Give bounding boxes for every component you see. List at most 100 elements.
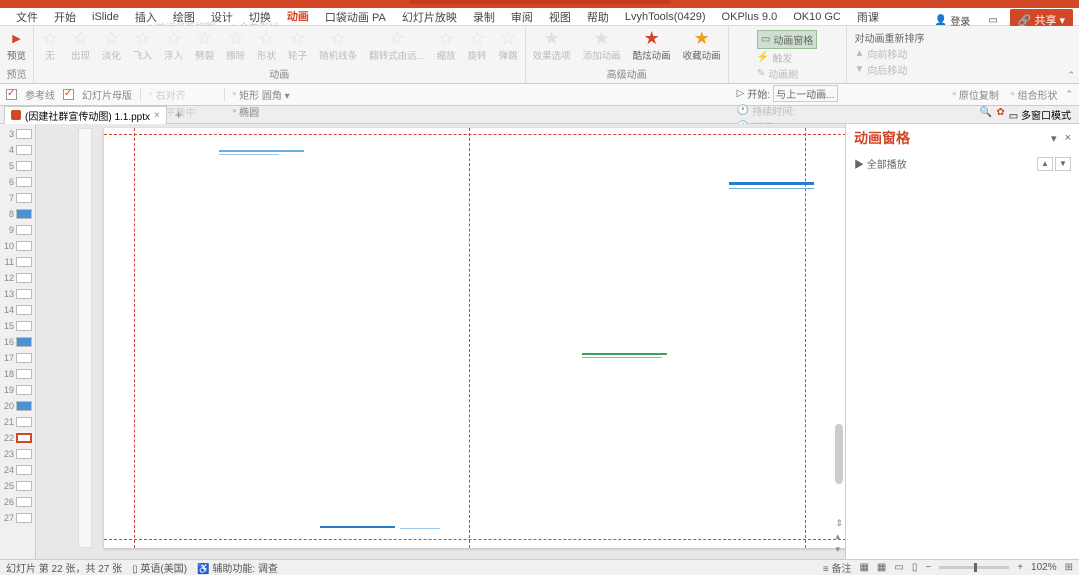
menu-tab-10[interactable]: 录制 [465,7,503,27]
effect-7[interactable]: ☆形状 [254,28,279,63]
menu-tab-0[interactable]: 文件 [8,7,46,27]
thumbnail-11[interactable]: 11 [0,254,35,270]
fit-window-button[interactable]: ⊞ [1065,562,1073,573]
effect-6[interactable]: ☆擦除 [223,28,248,63]
effect-13[interactable]: ☆弹跳 [496,28,521,63]
zoom-out-button[interactable]: − [925,562,931,573]
settings-tool-icon[interactable]: ✿ [996,107,1004,122]
shape-line[interactable] [582,357,662,358]
menu-tab-1[interactable]: 开始 [46,7,84,27]
prev-slide-icon[interactable]: ▴ [835,531,843,542]
thumbnail-16[interactable]: 16 [0,334,35,350]
thumbnail-8[interactable]: 8 [0,206,35,222]
thumbnail-12[interactable]: 12 [0,270,35,286]
move-down-button[interactable]: ▼ [1055,157,1071,171]
effect-2[interactable]: ☆淡化 [99,28,124,63]
accessibility-status[interactable]: ♿ 辅助功能: 调查 [197,560,278,575]
thumbnail-22[interactable]: 22 [0,430,35,446]
vertical-scrollbar[interactable] [835,424,843,484]
toolrow-collapse[interactable]: ⌃ [1065,89,1073,100]
shape-line[interactable] [729,182,814,185]
shape-line[interactable] [729,188,814,189]
shape-line[interactable] [400,528,440,529]
next-slide-icon[interactable]: ▾ [835,544,843,555]
thumbnail-14[interactable]: 14 [0,302,35,318]
shape-line[interactable] [320,526,395,528]
menu-tab-9[interactable]: 幻灯片放映 [394,7,465,27]
menu-tab-8[interactable]: 口袋动画 PA [317,7,394,27]
thumbnail-20[interactable]: 20 [0,398,35,414]
effect-12[interactable]: ☆旋转 [465,28,490,63]
thumbnail-23[interactable]: 23 [0,446,35,462]
language-status[interactable]: ▯ 英语(美国) [132,560,187,575]
zoom-in-button[interactable]: + [1017,562,1023,573]
thumbnail-26[interactable]: 26 [0,494,35,510]
effect-0[interactable]: ☆无 [38,28,62,63]
zoom-slider[interactable] [939,566,1009,569]
thumbnail-24[interactable]: 24 [0,462,35,478]
normal-view-button[interactable]: ▦ [859,562,868,573]
far-tool-1[interactable]: ▫组合形状 [1007,86,1062,103]
menu-tab-16[interactable]: OK10 GC [785,9,849,25]
sorter-view-button[interactable]: ▦ [877,562,886,573]
fit-icon[interactable]: ⇕ [835,518,843,529]
thumbnail-6[interactable]: 6 [0,174,35,190]
pane-dropdown-icon[interactable]: ▾ [1051,132,1057,145]
shape-line[interactable] [582,353,667,355]
shape-line[interactable] [219,150,304,152]
effect-4[interactable]: ☆浮入 [161,28,186,63]
animation-pane-button[interactable]: ▭动画窗格 [757,30,817,49]
thumbnail-27[interactable]: 27 [0,510,35,526]
start-timing-row[interactable]: ▷开始:与上一动画... [737,85,838,102]
effect-3[interactable]: ☆飞入 [130,28,155,63]
cool-animation-button[interactable]: ★酷炫动画 [630,28,674,63]
file-tab[interactable]: (因建社群宣传动图) 1.1.pptx × [4,106,167,124]
menu-tab-12[interactable]: 视图 [541,7,579,27]
thumbnail-17[interactable]: 17 [0,350,35,366]
master-checkbox[interactable] [63,89,74,100]
shape-tool-4[interactable]: ▫矩形 圆角 ▾ [229,86,294,103]
zoom-tool-icon[interactable]: 🔍 [980,107,992,122]
effect-11[interactable]: ☆缩放 [434,28,459,63]
thumbnail-7[interactable]: 7 [0,190,35,206]
shape-tool-5[interactable]: ▫椭圆 [229,103,294,120]
close-pane-icon[interactable]: × [1065,132,1071,145]
thumbnail-25[interactable]: 25 [0,478,35,494]
slide-canvas[interactable] [104,128,845,548]
thumbnail-3[interactable]: 3 [0,126,35,142]
menu-tab-17[interactable]: 雨课 [849,7,887,27]
effect-5[interactable]: ☆劈裂 [192,28,217,63]
notes-button[interactable]: ≡ 备注 [823,560,852,575]
zoom-level[interactable]: 102% [1031,562,1057,573]
thumbnail-13[interactable]: 13 [0,286,35,302]
add-tab-button[interactable]: + [169,107,189,122]
far-tool-0[interactable]: ▫原位复制 [948,86,1003,103]
favorite-animation-button[interactable]: ★收藏动画 [680,28,724,63]
preview-button[interactable]: ▶ 预览 [4,28,29,63]
effect-1[interactable]: ☆出现 [68,28,93,63]
thumbnail-15[interactable]: 15 [0,318,35,334]
guides-checkbox[interactable] [6,89,17,100]
multiwindow-button[interactable]: ▭ 多窗口模式 [1009,107,1071,122]
reading-view-button[interactable]: ▭ [894,562,903,573]
slideshow-view-button[interactable]: ▯ [912,562,918,573]
thumbnail-21[interactable]: 21 [0,414,35,430]
thumbnail-10[interactable]: 10 [0,238,35,254]
menu-tab-11[interactable]: 审阅 [503,7,541,27]
close-tab-icon[interactable]: × [154,110,160,121]
effect-9[interactable]: ☆随机线条 [316,28,360,63]
thumbnail-5[interactable]: 5 [0,158,35,174]
menu-tab-13[interactable]: 帮助 [579,7,617,27]
move-up-button[interactable]: ▲ [1037,157,1053,171]
play-all-button[interactable]: ▶ 全部播放 [854,156,907,171]
thumbnail-18[interactable]: 18 [0,366,35,382]
effect-8[interactable]: ☆轮子 [285,28,310,63]
thumbnail-9[interactable]: 9 [0,222,35,238]
menu-tab-2[interactable]: iSlide [84,9,127,25]
menu-tab-15[interactable]: OKPlus 9.0 [714,9,786,25]
collapse-ribbon-button[interactable]: ⌃ [1067,70,1075,81]
effect-10[interactable]: ☆翻转式由远... [366,28,427,63]
thumbnail-4[interactable]: 4 [0,142,35,158]
thumbnail-19[interactable]: 19 [0,382,35,398]
shape-line[interactable] [219,154,279,155]
